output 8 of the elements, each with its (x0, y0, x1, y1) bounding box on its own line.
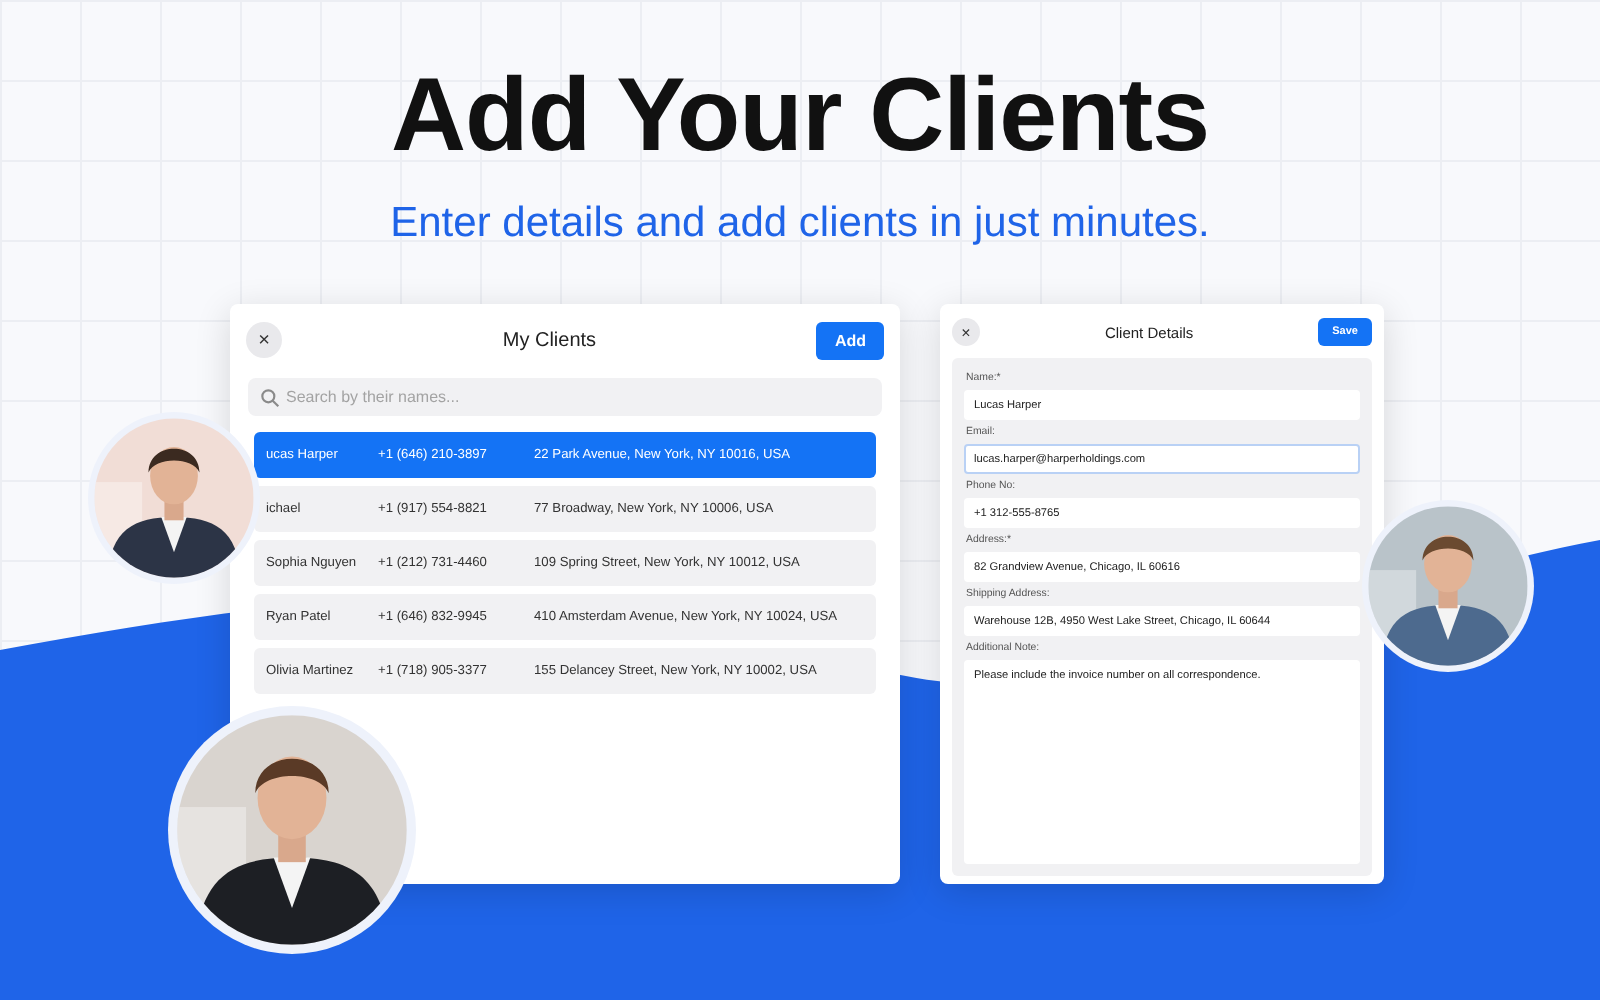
search-field[interactable]: Search by their names... (248, 378, 882, 416)
subheadline: Enter details and add clients in just minutes. (390, 200, 1210, 248)
close-button[interactable]: × (952, 318, 980, 346)
search-icon (260, 388, 280, 408)
window-title: My Clients (502, 329, 597, 351)
headline: Add Your Clients (391, 56, 1209, 176)
add-button[interactable]: Add (816, 321, 884, 359)
close-button[interactable]: × (246, 322, 282, 358)
